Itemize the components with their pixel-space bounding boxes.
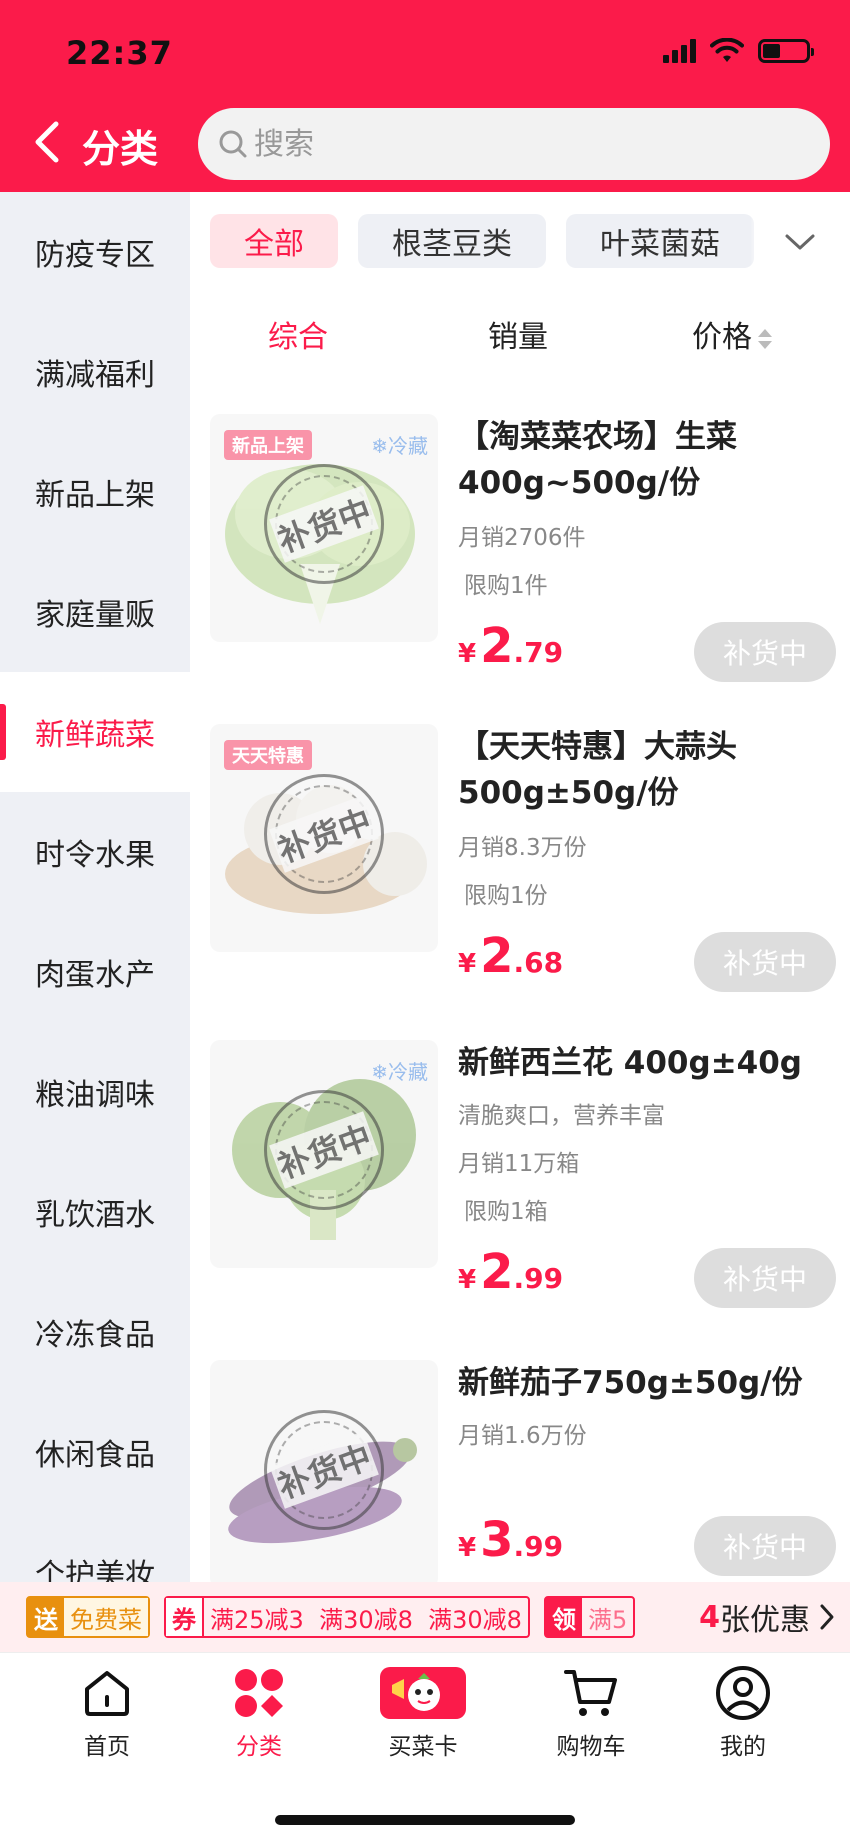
product-title: 【淘菜菜农场】生菜400g~500g/份 bbox=[458, 419, 737, 501]
bottom-tab-bar: 首页 分类 买菜卡 购物车 我的 bbox=[0, 1652, 850, 1839]
chilled-tag: ❄冷藏 bbox=[371, 434, 428, 458]
product-price: ¥2.99 bbox=[458, 1244, 564, 1300]
restock-button[interactable]: 补货中 bbox=[694, 1516, 836, 1576]
product-card[interactable]: 天天特惠 补货中 【天天特惠】大蒜头500g±50g/份 月销8.3万份 限购1… bbox=[190, 724, 850, 1024]
sort-arrows-icon bbox=[758, 325, 772, 353]
restock-stamp: 补货中 bbox=[264, 774, 384, 894]
sidebar-item-grain-oil[interactable]: 粮油调味 bbox=[0, 1032, 190, 1152]
chevron-right-icon bbox=[820, 1604, 834, 1630]
chips-fade bbox=[750, 192, 762, 292]
product-monthly-sales: 月销1.6万份 bbox=[458, 1423, 587, 1449]
free-veg-promo[interactable]: 送 免费菜 bbox=[26, 1596, 150, 1638]
claim-promo[interactable]: 领 满5 bbox=[543, 1596, 636, 1638]
product-monthly-sales: 月销8.3万份 bbox=[458, 835, 587, 861]
sidebar-item-seasonal-fruit[interactable]: 时令水果 bbox=[0, 792, 190, 912]
new-arrival-tag: 新品上架 bbox=[224, 430, 312, 460]
sidebar-item-meat-eggs-seafood[interactable]: 肉蛋水产 bbox=[0, 912, 190, 1032]
sidebar-item-snacks[interactable]: 休闲食品 bbox=[0, 1392, 190, 1512]
product-card[interactable]: 补货中 新鲜茄子750g±50g/份 月销1.6万份 ¥3.99 补货中 bbox=[190, 1360, 850, 1582]
status-time: 22:37 bbox=[66, 34, 173, 72]
product-subtitle: 清脆爽口，营养丰富 bbox=[458, 1103, 665, 1129]
restock-stamp: 补货中 bbox=[264, 1410, 384, 1530]
product-card[interactable]: 新品上架 ❄冷藏 补货中 【淘菜菜农场】生菜400g~500g/份 月销2706… bbox=[190, 414, 850, 714]
product-purchase-limit: 限购1件 bbox=[464, 573, 548, 599]
sidebar-item-epidemic[interactable]: 防疫专区 bbox=[0, 192, 190, 312]
sidebar-item-frozen-food[interactable]: 冷冻食品 bbox=[0, 1272, 190, 1392]
sort-sales[interactable]: 销量 bbox=[488, 312, 548, 356]
page-title: 分类 bbox=[82, 127, 159, 171]
user-profile-icon bbox=[716, 1666, 770, 1720]
search-bar[interactable] bbox=[198, 108, 830, 180]
tab-category[interactable]: 分类 bbox=[184, 1663, 334, 1761]
product-panel: 全部 根茎豆类 叶菜菌菇 综合 销量 价格 新品上架 ❄冷藏 补货中 【淘菜菜农… bbox=[190, 192, 850, 1582]
header: 22:37 分类 bbox=[0, 0, 850, 192]
sort-price-label: 价格 bbox=[692, 320, 752, 355]
coupon-count-label: 张优惠 bbox=[720, 1603, 810, 1638]
expand-chips-button[interactable] bbox=[770, 212, 830, 272]
chilled-tag: ❄冷藏 bbox=[371, 1060, 428, 1084]
restock-button[interactable]: 补货中 bbox=[694, 1248, 836, 1308]
coupon-promo[interactable]: 券 满25减3 满30减8 满30减8 bbox=[164, 1596, 530, 1638]
sidebar-item-discounts[interactable]: 满减福利 bbox=[0, 312, 190, 432]
cart-icon bbox=[564, 1670, 617, 1716]
category-sidebar: 防疫专区 满减福利 新品上架 家庭量贩 新鲜蔬菜 时令水果 肉蛋水产 粮油调味 … bbox=[0, 192, 190, 1582]
sort-comprehensive[interactable]: 综合 bbox=[268, 312, 328, 356]
home-icon bbox=[85, 1671, 129, 1716]
chip-root-beans[interactable]: 根茎豆类 bbox=[358, 214, 546, 268]
product-monthly-sales: 月销2706件 bbox=[458, 525, 586, 551]
sidebar-item-new-arrivals[interactable]: 新品上架 bbox=[0, 432, 190, 552]
back-arrow-icon[interactable] bbox=[28, 118, 68, 166]
product-price: ¥2.68 bbox=[458, 928, 564, 984]
battery-icon bbox=[758, 39, 814, 63]
sidebar-item-family-pack[interactable]: 家庭量贩 bbox=[0, 552, 190, 672]
product-title: 新鲜茄子750g±50g/份 bbox=[458, 1365, 803, 1401]
product-image[interactable]: 补货中 bbox=[210, 1360, 438, 1582]
product-price: ¥2.79 bbox=[458, 618, 564, 674]
product-price: ¥3.99 bbox=[458, 1512, 564, 1568]
chevron-down-icon bbox=[785, 234, 815, 250]
restock-stamp: 补货中 bbox=[264, 464, 384, 584]
chip-leafy-mushroom[interactable]: 叶菜菌菇 bbox=[566, 214, 754, 268]
cellular-signal-icon bbox=[663, 39, 696, 63]
daily-deal-tag: 天天特惠 bbox=[224, 740, 312, 770]
restock-stamp: 补货中 bbox=[264, 1090, 384, 1210]
subcategory-chips: 全部 根茎豆类 叶菜菌菇 bbox=[210, 214, 754, 268]
search-input[interactable] bbox=[254, 126, 774, 162]
product-image[interactable]: 天天特惠 补货中 bbox=[210, 724, 438, 952]
promo-strip[interactable]: 送 免费菜 券 满25减3 满30减8 满30减8 领 满5 4 张优惠 bbox=[0, 1582, 850, 1652]
sidebar-item-fresh-vegetables[interactable]: 新鲜蔬菜 bbox=[0, 672, 190, 792]
search-icon bbox=[219, 130, 247, 158]
sidebar-item-personal-care[interactable]: 个护美妆 bbox=[0, 1512, 190, 1582]
tab-mine[interactable]: 我的 bbox=[668, 1663, 818, 1761]
wifi-icon bbox=[710, 38, 744, 62]
product-image[interactable]: ❄冷藏 补货中 bbox=[210, 1040, 438, 1268]
status-icons bbox=[663, 38, 814, 64]
coupon-count-link[interactable]: 4 张优惠 bbox=[675, 1582, 850, 1652]
product-title: 新鲜西兰花 400g±40g bbox=[458, 1045, 802, 1081]
product-monthly-sales: 月销11万箱 bbox=[458, 1151, 580, 1177]
home-indicator bbox=[275, 1815, 575, 1825]
product-purchase-limit: 限购1箱 bbox=[464, 1199, 548, 1225]
sort-bar: 综合 销量 价格 bbox=[190, 292, 850, 372]
coupon-count: 4 bbox=[699, 1599, 720, 1635]
product-purchase-limit: 限购1份 bbox=[464, 883, 548, 909]
product-image[interactable]: 新品上架 ❄冷藏 补货中 bbox=[210, 414, 438, 642]
sort-price[interactable]: 价格 bbox=[692, 312, 772, 356]
vegetable-card-icon bbox=[380, 1667, 466, 1719]
category-grid-icon bbox=[235, 1669, 283, 1717]
product-card[interactable]: ❄冷藏 补货中 新鲜西兰花 400g±40g 清脆爽口，营养丰富 月销11万箱 … bbox=[190, 1040, 850, 1340]
tab-cart[interactable]: 购物车 bbox=[516, 1663, 666, 1761]
tab-home[interactable]: 首页 bbox=[32, 1663, 182, 1761]
product-title: 【天天特惠】大蒜头500g±50g/份 bbox=[458, 729, 737, 811]
restock-button[interactable]: 补货中 bbox=[694, 622, 836, 682]
sidebar-item-dairy-drinks[interactable]: 乳饮酒水 bbox=[0, 1152, 190, 1272]
restock-button[interactable]: 补货中 bbox=[694, 932, 836, 992]
tab-card[interactable]: 买菜卡 bbox=[348, 1663, 498, 1761]
chip-all[interactable]: 全部 bbox=[210, 214, 338, 268]
